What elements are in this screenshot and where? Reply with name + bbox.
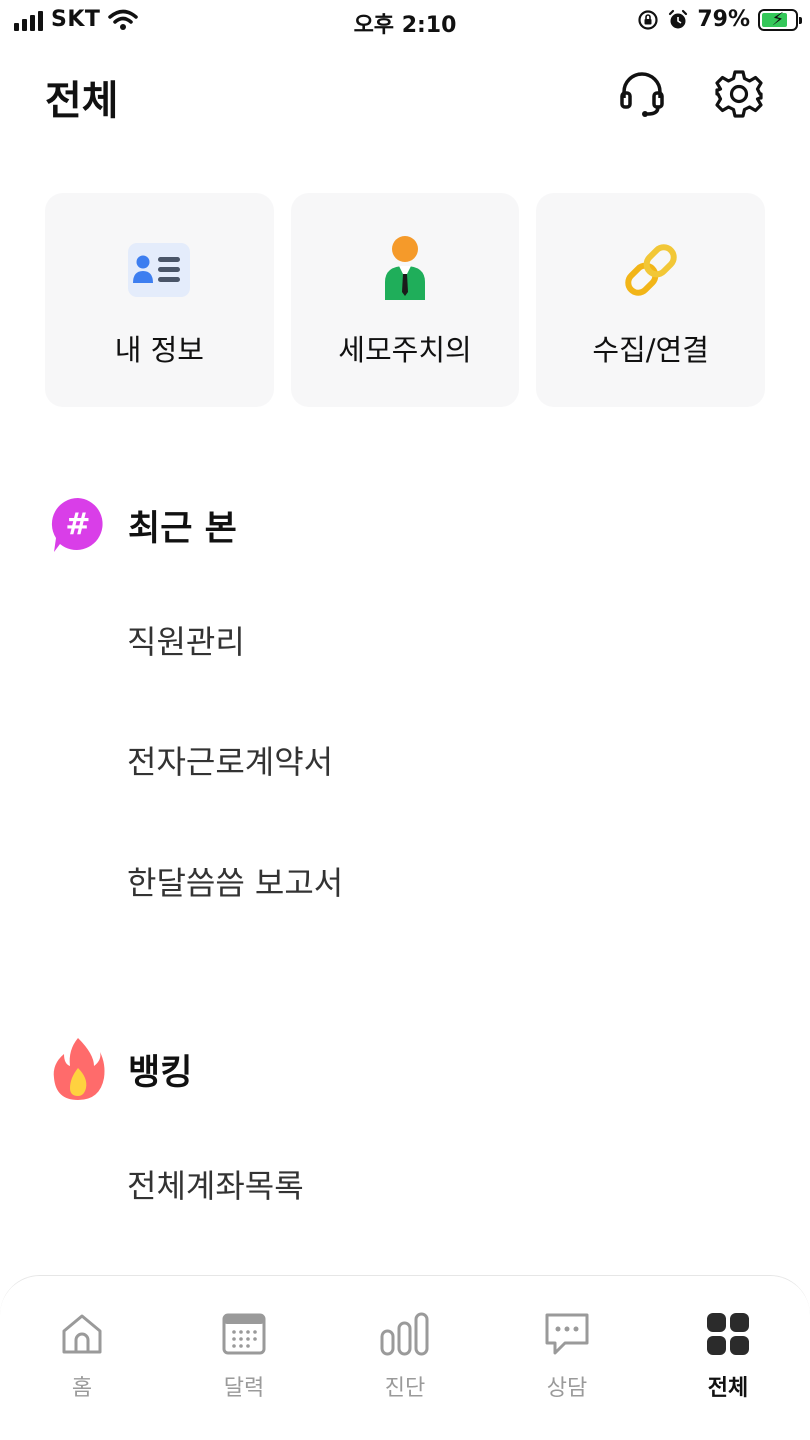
hashtag-icon: # xyxy=(51,497,103,552)
page-title: 전체 xyxy=(45,78,119,124)
nav-label: 상담 xyxy=(546,1376,588,1401)
nav-label: 진단 xyxy=(384,1376,426,1401)
shortcut-collect-connect[interactable]: 수집/연결 xyxy=(536,193,766,407)
recent-item-employee-management[interactable]: 직원관리 xyxy=(127,617,245,663)
nav-calendar[interactable]: 달력 xyxy=(184,1308,304,1402)
nav-label: 홈 xyxy=(71,1376,93,1401)
shortcut-tax-doctor[interactable]: 세모주치의 xyxy=(290,193,520,407)
battery-percent: 79% xyxy=(697,7,750,32)
banking-item-all-accounts[interactable]: 전체계좌목록 xyxy=(127,1161,304,1207)
home-icon xyxy=(62,1314,102,1354)
id-card-icon xyxy=(128,243,191,297)
nav-consult[interactable]: 상담 xyxy=(507,1308,627,1402)
section-title: 최근 본 xyxy=(128,508,237,549)
status-bar: SKT 오후 2:10 79% ⚡ xyxy=(0,0,810,40)
calendar-icon xyxy=(222,1313,266,1355)
gear-icon xyxy=(715,70,763,118)
grid-icon xyxy=(707,1313,749,1355)
page-header: 전체 xyxy=(0,60,810,130)
rotation-lock-icon xyxy=(638,9,658,30)
nav-diagnosis[interactable]: 진단 xyxy=(345,1308,465,1402)
nav-label: 달력 xyxy=(223,1376,265,1401)
shortcut-cards: 내 정보 세모주치의 수집/연결 xyxy=(45,193,766,407)
bar-chart-icon xyxy=(380,1312,429,1356)
recent-item-monthly-spending-report[interactable]: 한달씀씀 보고서 xyxy=(127,858,343,904)
alarm-icon xyxy=(669,9,688,28)
shortcut-label: 내 정보 xyxy=(114,333,204,367)
bottom-nav: 홈 달력 진단 상담 전체 xyxy=(0,1275,810,1440)
battery-icon: ⚡ xyxy=(758,8,802,31)
section-title: 뱅킹 xyxy=(128,1052,193,1093)
recent-item-e-labor-contract[interactable]: 전자근로계약서 xyxy=(127,737,333,783)
status-right: 79% ⚡ xyxy=(637,7,802,32)
flame-icon xyxy=(53,1038,105,1100)
customer-support-button[interactable] xyxy=(614,66,670,122)
shortcut-label: 수집/연결 xyxy=(592,333,709,367)
chain-link-icon xyxy=(624,244,677,296)
settings-button[interactable] xyxy=(711,66,767,122)
doctor-icon xyxy=(385,236,425,300)
headset-icon xyxy=(620,72,664,117)
svg-text:#: # xyxy=(65,507,90,542)
shortcut-label: 세모주치의 xyxy=(338,333,472,367)
banking-section-header: 뱅킹 xyxy=(50,1036,192,1102)
nav-home[interactable]: 홈 xyxy=(22,1308,142,1402)
shortcut-my-info[interactable]: 내 정보 xyxy=(45,193,274,407)
nav-label: 전체 xyxy=(707,1376,749,1401)
nav-all[interactable]: 전체 xyxy=(668,1308,788,1402)
recent-section-header: # 최근 본 xyxy=(50,494,237,556)
chat-icon xyxy=(545,1313,589,1355)
